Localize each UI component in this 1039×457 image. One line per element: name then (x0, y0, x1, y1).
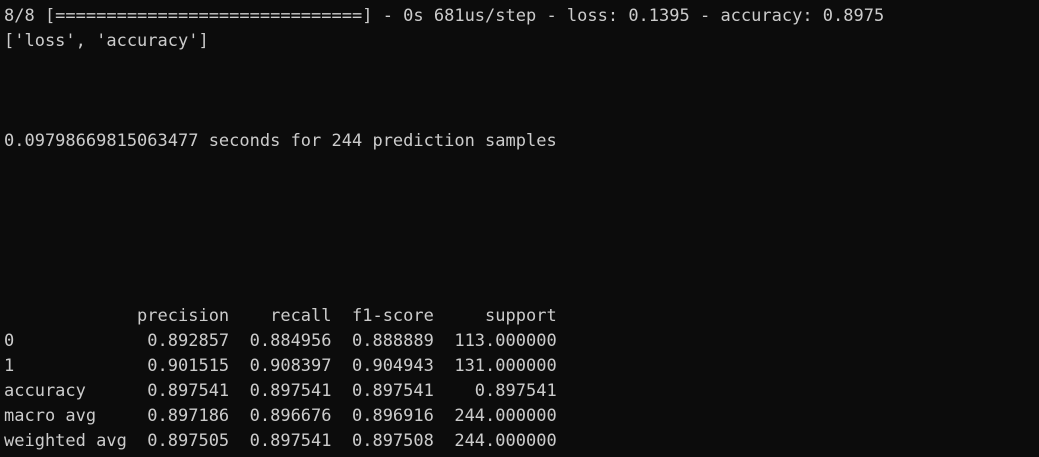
prediction-timing-line: 0.09798669815063477 seconds for 244 pred… (4, 131, 557, 151)
report-row-class-0: 0 0.892857 0.884956 0.888889 113.000000 (4, 331, 557, 351)
report-row-accuracy: accuracy 0.897541 0.897541 0.897541 0.89… (4, 381, 557, 401)
report-row-class-1: 1 0.901515 0.908397 0.904943 131.000000 (4, 356, 557, 376)
training-progress-line: 8/8 [==============================] - 0… (4, 6, 885, 26)
metrics-names-line: ['loss', 'accuracy'] (4, 31, 209, 51)
report-row-weighted-avg: weighted avg 0.897505 0.897541 0.897508 … (4, 431, 557, 451)
report-row-macro-avg: macro avg 0.897186 0.896676 0.896916 244… (4, 406, 557, 426)
terminal-window[interactable]: 8/8 [==============================] - 0… (0, 0, 1039, 457)
report-header: precision recall f1-score support (4, 306, 557, 326)
